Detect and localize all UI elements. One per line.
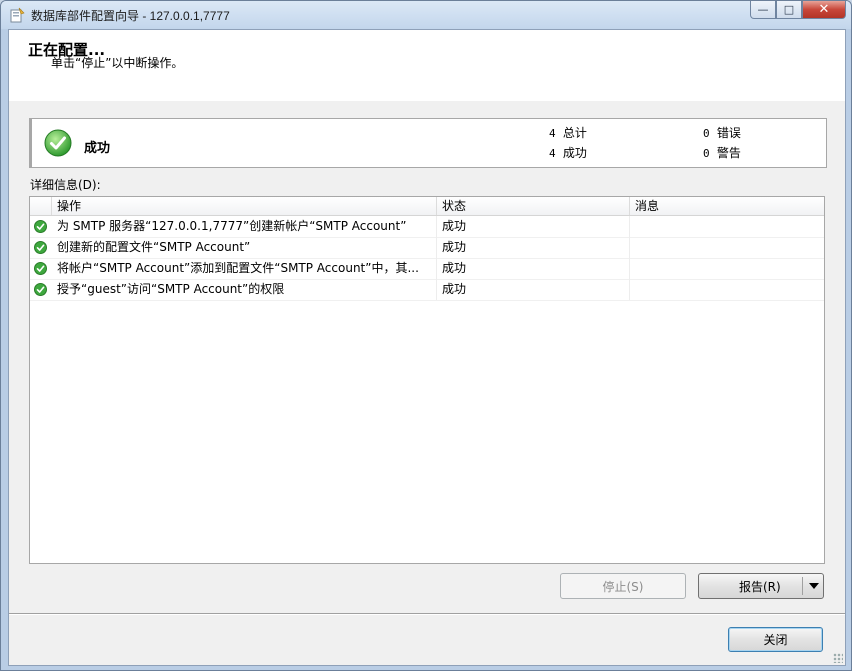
resize-grip-icon[interactable] [833, 653, 843, 663]
column-header-message[interactable]: 消息 [630, 197, 824, 215]
page-subtitle: 单击“停止”以中断操作。 [51, 56, 184, 70]
row-message [630, 279, 824, 300]
caption-buttons: — □ ✕ [750, 1, 846, 21]
row-action: 为 SMTP 服务器“127.0.0.1,7777”创建新帐户“SMTP Acc… [52, 216, 437, 237]
row-action: 将帐户“SMTP Account”添加到配置文件“SMTP Account”中，… [52, 258, 437, 279]
success-check-icon [34, 220, 47, 233]
minimize-button[interactable]: — [750, 1, 776, 19]
header-icon-column [30, 197, 52, 215]
close-button[interactable]: 关闭 [728, 627, 823, 652]
table-row[interactable]: 为 SMTP 服务器“127.0.0.1,7777”创建新帐户“SMTP Acc… [30, 216, 824, 238]
row-status: 成功 [437, 279, 630, 300]
title-bar[interactable]: 数据库部件配置向导 - 127.0.0.1,7777 — □ ✕ [1, 1, 851, 29]
details-grid[interactable]: 操作 状态 消息 为 SMTP 服务器“127.0.0.1,7777”创建新帐户… [29, 196, 825, 564]
column-header-action[interactable]: 操作 [52, 197, 437, 215]
success-check-icon [34, 262, 47, 275]
summary-panel: 成功 4 总计 4 成功 0 错误 0 警告 [29, 118, 827, 168]
table-row[interactable]: 将帐户“SMTP Account”添加到配置文件“SMTP Account”中，… [30, 258, 824, 280]
header-separator [9, 100, 845, 101]
row-status: 成功 [437, 237, 630, 258]
success-count: 4 [549, 147, 556, 160]
grid-header: 操作 状态 消息 [30, 197, 824, 216]
stat-total: 4 总计 [549, 124, 587, 141]
stop-button[interactable]: 停止(S) [560, 573, 686, 599]
success-check-icon [34, 283, 47, 296]
total-label: 总计 [562, 126, 587, 140]
summary-status: 成功 [84, 141, 111, 156]
row-status: 成功 [437, 216, 630, 237]
row-action: 授予“guest”访问“SMTP Account”的权限 [52, 279, 437, 300]
report-split-separator [802, 577, 803, 595]
maximize-button[interactable]: □ [776, 1, 802, 19]
error-label: 错误 [716, 126, 741, 140]
success-check-icon [44, 129, 72, 157]
stat-error: 0 错误 [703, 124, 741, 141]
row-status: 成功 [437, 258, 630, 279]
table-row[interactable]: 授予“guest”访问“SMTP Account”的权限 成功 [30, 279, 824, 301]
row-message [630, 216, 824, 237]
dropdown-arrow-icon[interactable] [809, 583, 819, 589]
warning-label: 警告 [716, 146, 741, 160]
wizard-window: 数据库部件配置向导 - 127.0.0.1,7777 — □ ✕ 正在配置...… [0, 0, 852, 671]
row-message [630, 237, 824, 258]
row-action: 创建新的配置文件“SMTP Account” [52, 237, 437, 258]
success-check-icon [34, 241, 47, 254]
close-window-button[interactable]: ✕ [802, 1, 846, 19]
wizard-app-icon [10, 7, 25, 23]
client-area: 正在配置... 单击“停止”以中断操作。 成功 4 总计 4 成功 0 错误 0… [8, 29, 846, 666]
stat-warning: 0 警告 [703, 144, 741, 161]
table-row[interactable]: 创建新的配置文件“SMTP Account” 成功 [30, 237, 824, 259]
window-title: 数据库部件配置向导 - 127.0.0.1,7777 [31, 9, 230, 23]
details-label: 详细信息(D): [30, 178, 101, 192]
header-panel: 正在配置... 单击“停止”以中断操作。 [9, 30, 845, 101]
error-count: 0 [703, 127, 710, 140]
report-split-button[interactable]: 报告(R) [698, 573, 824, 599]
row-message [630, 258, 824, 279]
success-label: 成功 [562, 146, 587, 160]
footer-separator [9, 613, 845, 614]
stat-success: 4 成功 [549, 144, 587, 161]
total-count: 4 [549, 127, 556, 140]
warning-count: 0 [703, 147, 710, 160]
report-button-label: 报告(R) [739, 579, 781, 594]
column-header-status[interactable]: 状态 [437, 197, 630, 215]
